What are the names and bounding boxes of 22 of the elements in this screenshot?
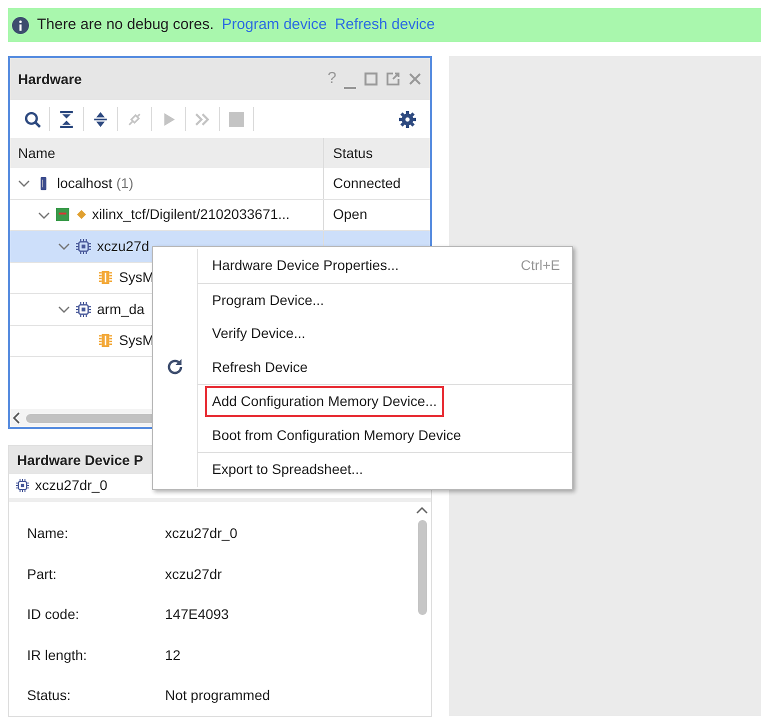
node-label: localhost — [57, 174, 112, 191]
property-value: 147E4093 — [165, 605, 229, 624]
panel-title: Hardware — [18, 70, 82, 88]
property-value: xczu27dr — [165, 564, 222, 584]
node-status: Connected — [333, 174, 401, 193]
node-count: (1) — [116, 174, 134, 191]
panel-title: Hardware Device P — [17, 450, 144, 470]
property-value: Not programmed — [165, 686, 270, 706]
node-label: arm_da — [97, 300, 144, 319]
property-label: IR length: — [27, 646, 88, 665]
node-label: xczu27d — [97, 236, 150, 256]
banner-message: There are no debug cores. — [37, 14, 214, 35]
device-name: xczu27dr_0 — [35, 476, 108, 496]
property-label: ID code: — [27, 605, 80, 624]
property-value: 12 — [165, 646, 181, 665]
property-label: Status: — [27, 686, 72, 706]
node-label: xilinx_tcf/Digilent/2102033671... — [92, 205, 290, 224]
node-status: Open — [333, 205, 368, 224]
property-label: Part: — [27, 564, 58, 584]
shortcut-label: Ctrl+E — [520, 256, 560, 276]
property-label: Name: — [27, 524, 70, 544]
property-value: xczu27dr_0 — [165, 524, 238, 544]
